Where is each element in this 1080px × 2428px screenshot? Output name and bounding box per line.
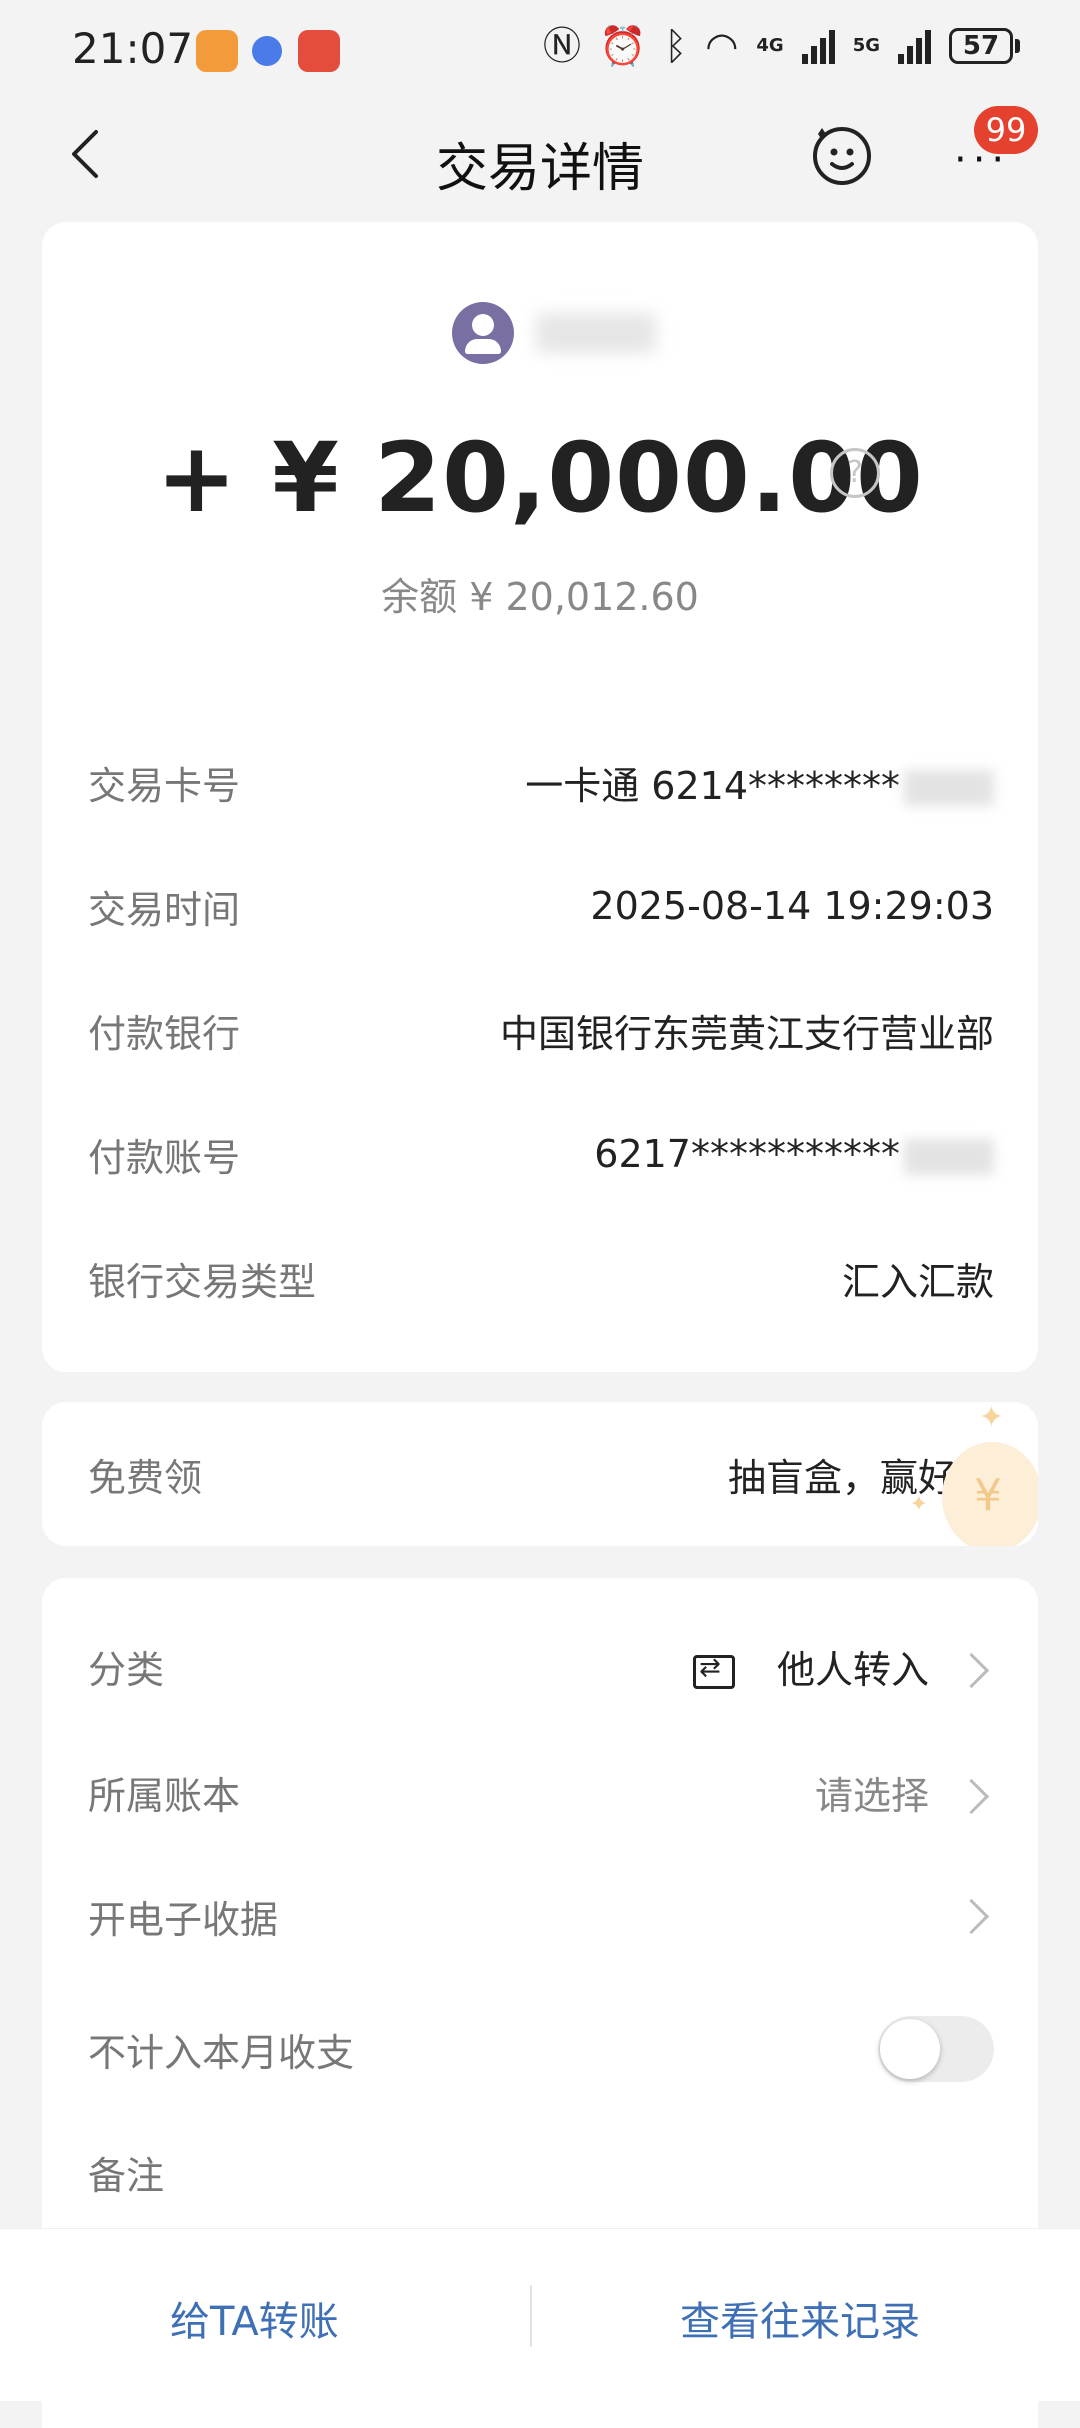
assistant-dot-icon [252,36,282,66]
payer-info [452,302,656,364]
detail-value: 一卡通 6214******** [525,755,994,810]
detail-row-time: 交易时间 2025-08-14 19:29:03 [88,876,994,936]
ledger-value-group: 请选择 [815,1765,994,1820]
transfer-button[interactable]: 给TA转账 [170,2289,339,2347]
transfer-category-icon [692,1653,735,1689]
receipt-row[interactable]: 开电子收据 [88,1886,994,1946]
payer-avatar [452,302,514,364]
category-value-group: 他人转入 [692,1639,994,1694]
gift-coin-icon [942,1442,1038,1546]
page-title: 交易详情 [435,139,644,199]
sparkle-icon: ✦ [978,1402,1004,1435]
detail-row-payer-account: 付款账号 6217*********** [88,1124,994,1184]
battery-level: 57 [949,28,1013,64]
bottom-action-bar: 给TA转账 查看往来记录 [0,2228,1080,2401]
view-history-button[interactable]: 查看往来记录 [680,2289,920,2347]
promo-label: 免费领 [88,1455,203,1500]
detail-label: 付款银行 [88,1011,241,1056]
detail-value: 中国银行东莞黄江支行营业部 [499,1011,994,1056]
help-icon[interactable]: ? [830,448,880,498]
ledger-value: 请选择 [814,1773,929,1818]
status-bar: 21:07 Ⓝ ⏰ ᛒ ◠ 4G 5G 57 [0,0,1080,100]
bluetooth-icon: ᛒ [664,24,688,68]
promo-card[interactable]: 免费领 抽盲盒，赢好礼 ✦ ✦ [42,1402,1038,1546]
transaction-amount: + ¥ 20,000.00 [156,422,924,534]
account-balance: 余额 ¥ 20,012.60 [381,575,699,619]
sparkle-icon: ✦ [909,1492,928,1517]
chevron-right-icon [953,1652,990,1688]
shopping-app-icon [298,30,340,72]
signal-5g-icon [898,28,931,64]
exclude-label: 不计入本月收支 [88,2030,355,2075]
detail-label: 交易卡号 [88,763,241,808]
status-time: 21:07 [72,24,194,73]
category-value: 他人转入 [776,1647,929,1692]
network-4g-label: 4G [756,35,784,56]
note-label: 备注 [88,2153,165,2198]
chevron-right-icon [953,1778,990,1814]
category-label: 分类 [88,1647,165,1692]
nav-header: 交易详情 ··· 99 [0,100,1080,220]
detail-label: 付款账号 [88,1135,241,1180]
nfc-icon: Ⓝ [543,24,582,68]
detail-value: 汇入汇款 [841,1259,994,1304]
status-icons: Ⓝ ⏰ ᛒ ◠ 4G 5G 57 [543,24,1020,68]
detail-label: 交易时间 [88,887,241,932]
chevron-right-icon [953,1898,990,1935]
exclude-toggle[interactable] [878,2016,994,2082]
note-row[interactable]: 备注 [88,2142,994,2202]
detail-row-card-number: 交易卡号 一卡通 6214******** [88,752,994,812]
receipt-label: 开电子收据 [88,1897,279,1942]
exclude-row: 不计入本月收支 [88,2014,994,2084]
promo-row[interactable]: 免费领 抽盲盒，赢好礼 [88,1444,994,1504]
bottom-divider [530,2285,532,2347]
toggle-knob [880,2019,940,2079]
customer-service-smiley-icon[interactable] [810,122,874,186]
signal-4g-icon [801,28,835,64]
alarm-icon: ⏰ [599,24,647,68]
network-5g-label: 5G [852,35,880,56]
more-menu-button[interactable]: ··· 99 [948,106,1038,190]
detail-row-transaction-type: 银行交易类型 汇入汇款 [88,1248,994,1308]
receipt-chevron-group [929,1894,994,1938]
notification-badge: 99 [974,106,1038,154]
wifi-icon: ◠ [705,24,739,68]
detail-label: 银行交易类型 [88,1259,317,1304]
category-row[interactable]: 分类 他人转入 [88,1636,994,1696]
detail-row-payer-bank: 付款银行 中国银行东莞黄江支行营业部 [88,1000,994,1060]
battery-icon: 57 [949,28,1020,64]
ledger-label: 所属账本 [88,1773,241,1818]
payer-name-blurred [536,313,656,353]
app-notification-icon [196,30,238,72]
transaction-card: + ¥ 20,000.00 ? 余额 ¥ 20,012.60 交易卡号 一卡通 … [42,222,1038,1372]
detail-value: 2025-08-14 19:29:03 [590,884,994,928]
ledger-row[interactable]: 所属账本 请选择 [88,1762,994,1822]
detail-value: 6217*********** [594,1132,994,1176]
